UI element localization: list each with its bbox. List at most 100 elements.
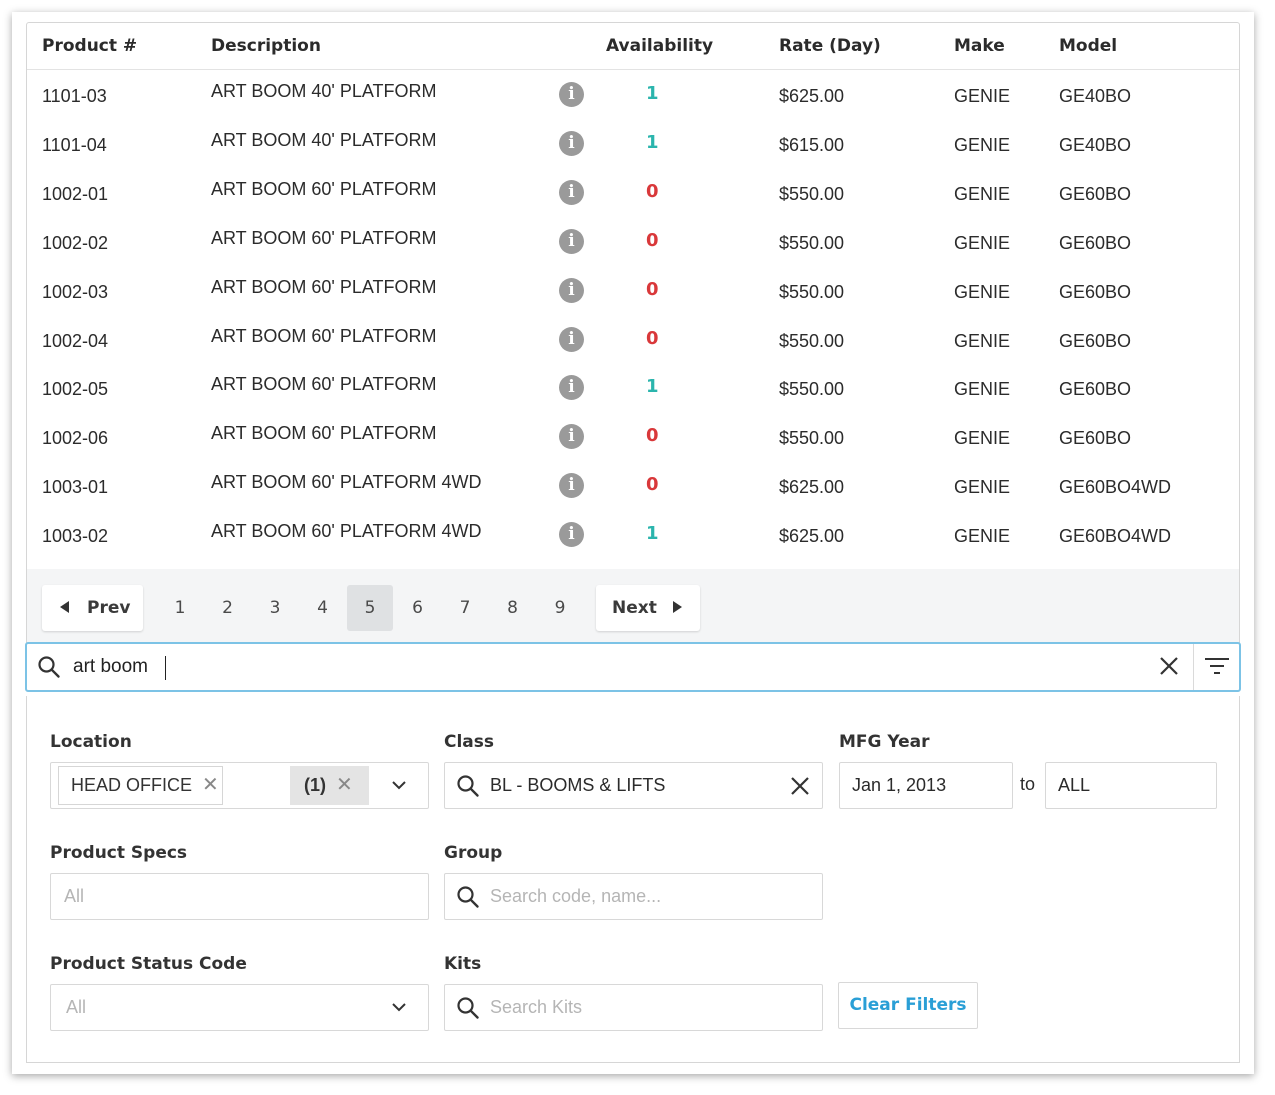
location-label: Location [50,732,132,752]
column-header-product[interactable]: Product # [42,36,137,56]
caret-left-icon [60,600,69,613]
description-cell: ART BOOM 40' PLATFORM [211,130,437,150]
location-select[interactable]: HEAD OFFICE ✕ (1) ✕ [50,762,429,809]
search-input[interactable] [73,652,1133,682]
availability-count: 0 [646,474,659,495]
mfg-year-to-input[interactable]: ALL [1045,762,1217,809]
group-placeholder: Search code, name... [490,886,662,906]
filter-icon[interactable] [1204,656,1230,678]
page-1-button[interactable]: 1 [157,585,203,631]
availability-count: 0 [646,279,659,300]
make-cell: GENIE [954,233,1011,253]
product-cell: 1002-06 [42,428,109,448]
column-header-availability[interactable]: Availability [606,36,713,56]
table-row[interactable]: 1002-05 ART BOOM 60' PLATFORM $550.00 GENIE… [27,364,1239,413]
description-cell: ART BOOM 40' PLATFORM [211,81,437,101]
model-cell: GE40BO [1059,86,1132,106]
search-icon [457,886,479,908]
description-cell: ART BOOM 60' PLATFORM [211,228,437,248]
chevron-down-icon[interactable] [391,779,407,791]
column-header-rate[interactable]: Rate (Day) [779,36,881,56]
table-row[interactable]: 1101-04 ART BOOM 40' PLATFORM $615.00 GENIE… [27,120,1239,169]
info-circle-icon[interactable]: i [559,82,584,107]
chevron-down-icon[interactable] [391,1001,407,1013]
rate-cell: $625.00 [779,477,845,497]
page-3-button[interactable]: 3 [252,585,298,631]
page-7-button[interactable]: 7 [442,585,488,631]
info-circle-icon[interactable]: i [559,229,584,254]
kits-input[interactable]: Search Kits [444,984,823,1031]
make-cell: GENIE [954,526,1011,546]
page-9-button[interactable]: 9 [537,585,583,631]
make-cell: GENIE [954,477,1011,497]
model-cell: GE60BO [1059,282,1132,302]
page-8-button[interactable]: 8 [490,585,536,631]
info-circle-icon[interactable]: i [559,375,584,400]
info-circle-icon[interactable]: i [559,473,584,498]
class-select[interactable]: BL - BOOMS & LIFTS [444,762,823,809]
location-count: (1) [304,775,326,795]
make-cell: GENIE [954,282,1011,302]
product-specs-label: Product Specs [50,843,188,863]
kits-placeholder: Search Kits [490,997,583,1017]
remove-chip-icon[interactable]: ✕ [202,767,219,804]
group-input[interactable]: Search code, name... [444,873,823,920]
availability-count: 0 [646,328,659,349]
class-value: BL - BOOMS & LIFTS [490,775,666,795]
rate-cell: $625.00 [779,86,845,106]
table-row[interactable]: 1002-04 ART BOOM 60' PLATFORM $550.00 GENIE… [27,316,1239,365]
location-count-chip: (1) ✕ [290,766,369,805]
table-row[interactable]: 1002-02 ART BOOM 60' PLATFORM $550.00 GENIE… [27,218,1239,267]
info-circle-icon[interactable]: i [559,424,584,449]
info-circle-icon[interactable]: i [559,522,584,547]
availability-count: 0 [646,181,659,202]
search-icon [457,997,479,1019]
info-circle-icon[interactable]: i [559,180,584,205]
description-cell: ART BOOM 60' PLATFORM [211,374,437,394]
table-row[interactable]: 1003-02 ART BOOM 60' PLATFORM 4WD $625.00 G… [27,511,1239,560]
table-row[interactable]: 1101-03 ART BOOM 40' PLATFORM $625.00 GENIE… [27,71,1239,120]
prev-button[interactable]: Prev [42,585,143,631]
table-row[interactable]: 1002-03 ART BOOM 60' PLATFORM $550.00 GENIE… [27,267,1239,316]
clear-location-icon[interactable]: ✕ [336,767,353,804]
page-5-button[interactable]: 5 [347,585,393,631]
info-circle-icon[interactable]: i [559,131,584,156]
product-cell: 1002-01 [42,184,109,204]
availability-count: 1 [646,376,659,397]
pagination: Prev 123456789 Next [27,569,1239,645]
class-label: Class [444,732,495,752]
mfg-year-from-input[interactable]: Jan 1, 2013 [839,762,1013,809]
filter-panel: Location HEAD OFFICE ✕ (1) ✕ Class BL - BO… [26,696,1240,1063]
next-button[interactable]: Next [596,585,700,631]
table-row[interactable]: 1002-06 ART BOOM 60' PLATFORM $550.00 GENIE… [27,413,1239,462]
group-label: Group [444,843,503,863]
product-cell: 1002-03 [42,282,109,302]
page-2-button[interactable]: 2 [205,585,251,631]
info-circle-icon[interactable]: i [559,327,584,352]
make-cell: GENIE [954,428,1011,448]
rate-cell: $550.00 [779,282,845,302]
column-header-make[interactable]: Make [954,36,1005,56]
model-cell: GE60BO [1059,428,1132,448]
column-header-model[interactable]: Model [1059,36,1117,56]
rate-cell: $615.00 [779,135,845,155]
product-status-code-select[interactable]: All [50,984,429,1031]
rate-cell: $625.00 [779,526,845,546]
page-6-button[interactable]: 6 [395,585,441,631]
info-circle-icon[interactable]: i [559,278,584,303]
page-4-button[interactable]: 4 [300,585,346,631]
product-table: Product # Description Availability Rate … [26,22,1240,646]
mfg-year-to-value: ALL [1058,775,1091,795]
column-header-description[interactable]: Description [211,36,321,56]
rate-cell: $550.00 [779,379,845,399]
product-cell: 1002-04 [42,331,109,351]
product-specs-input[interactable]: All [50,873,429,920]
close-icon[interactable] [789,775,811,797]
product-status-code-value: All [66,997,87,1017]
table-row[interactable]: 1002-01 ART BOOM 60' PLATFORM $550.00 GENIE… [27,169,1239,218]
close-icon[interactable] [1157,654,1181,678]
table-row[interactable]: 1003-01 ART BOOM 60' PLATFORM 4WD $625.00 G… [27,462,1239,511]
rate-cell: $550.00 [779,184,845,204]
rate-cell: $550.00 [779,428,845,448]
clear-filters-button[interactable]: Clear Filters [838,982,978,1029]
